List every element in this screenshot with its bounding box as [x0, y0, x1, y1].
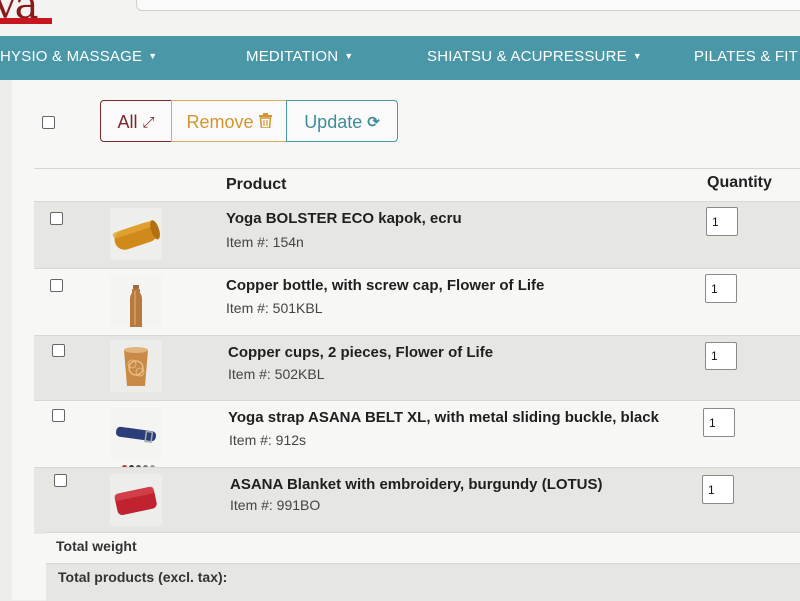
bolster-icon[interactable]: [110, 208, 162, 260]
select-all-checkbox[interactable]: [42, 116, 55, 129]
quantity-input[interactable]: [706, 207, 738, 236]
total-products-label: Total products (excl. tax):: [58, 569, 228, 585]
nav-item-meditation[interactable]: MEDITATION ▼: [246, 48, 353, 65]
nav-item-pilates-fitness[interactable]: PILATES & FIT: [694, 48, 798, 65]
yoga-strap-icon[interactable]: [110, 407, 162, 459]
update-button-label: Update: [304, 112, 363, 132]
nav-item-label: MEDITATION: [246, 48, 339, 65]
product-sku: Item #: 991BO: [230, 497, 321, 513]
table-row: Yoga strap ASANA BELT XL, with metal sli…: [34, 400, 800, 470]
copper-cup-icon[interactable]: [110, 340, 162, 392]
column-header-quantity: Quantity: [707, 174, 772, 191]
column-header-product: Product: [226, 176, 287, 193]
row-select-checkbox[interactable]: [50, 212, 63, 225]
remove-button[interactable]: Remove: [171, 100, 287, 142]
nav-item-label: PILATES & FIT: [694, 48, 799, 65]
quantity-input[interactable]: [705, 274, 737, 303]
product-sku: Item #: 501KBL: [226, 300, 323, 316]
row-select-checkbox[interactable]: [54, 474, 67, 487]
product-name[interactable]: Copper bottle, with screw cap, Flower of…: [226, 277, 544, 294]
row-select-checkbox[interactable]: [50, 279, 63, 292]
nav-item-label: HYSIO & MASSAGE: [0, 48, 143, 65]
quantity-input[interactable]: [702, 475, 734, 504]
summary-row: Total weight: [46, 532, 800, 563]
product-name[interactable]: Yoga BOLSTER ECO kapok, ecru: [226, 210, 462, 227]
refresh-icon: ⟳: [367, 114, 380, 131]
product-sku: Item #: 502KBL: [228, 366, 325, 382]
search-bar[interactable]: [136, 0, 800, 11]
product-sku: Item #: 912s: [229, 432, 307, 448]
top-header: va: [0, 0, 800, 36]
all-button-label: All: [117, 112, 138, 132]
nav-item-physio-massage[interactable]: HYSIO & MASSAGE ▼: [0, 48, 157, 65]
blanket-icon[interactable]: [110, 474, 162, 526]
main-nav: HYSIO & MASSAGE ▼ MEDITATION ▼ SHIATSU & A…: [0, 36, 800, 80]
row-select-checkbox[interactable]: [52, 344, 65, 357]
caret-down-icon: ▼: [632, 51, 642, 61]
quantity-input[interactable]: [705, 342, 737, 370]
product-name[interactable]: Copper cups, 2 pieces, Flower of Life: [228, 344, 493, 361]
nav-item-shiatsu-acupressure[interactable]: SHIATSU & ACUPRESSURE ▼: [427, 48, 642, 65]
table-row: Copper bottle, with screw cap, Flower of…: [34, 268, 800, 335]
nav-item-label: SHIATSU & ACUPRESSURE: [427, 48, 627, 65]
expand-icon: ⤢: [142, 114, 155, 131]
product-sku: Item #: 154n: [226, 234, 304, 250]
color-swatches: [110, 258, 159, 273]
summary-row: Total products (excl. tax):: [46, 563, 800, 601]
logo-underline: [0, 18, 52, 24]
total-weight-label: Total weight: [56, 538, 137, 554]
row-select-checkbox[interactable]: [52, 409, 65, 422]
trash-icon: [258, 102, 272, 144]
product-name[interactable]: ASANA Blanket with embroidery, burgundy …: [230, 476, 603, 493]
table-header-divider: [34, 168, 800, 169]
caret-down-icon: ▼: [148, 51, 158, 61]
table-row: Yoga BOLSTER ECO kapok, ecru Item #: 154…: [34, 201, 800, 273]
color-swatches: [122, 455, 157, 470]
select-all-button[interactable]: All ⤢: [100, 100, 172, 142]
product-name[interactable]: Yoga strap ASANA BELT XL, with metal sli…: [228, 409, 659, 426]
remove-button-label: Remove: [186, 112, 254, 132]
update-button[interactable]: Update ⟳: [286, 100, 398, 142]
copper-bottle-icon[interactable]: [110, 275, 162, 329]
table-row: ASANA Blanket with embroidery, burgundy …: [34, 467, 800, 534]
caret-down-icon: ▼: [344, 51, 354, 61]
table-row: Copper cups, 2 pieces, Flower of Life It…: [34, 335, 800, 400]
quantity-input[interactable]: [703, 408, 735, 437]
